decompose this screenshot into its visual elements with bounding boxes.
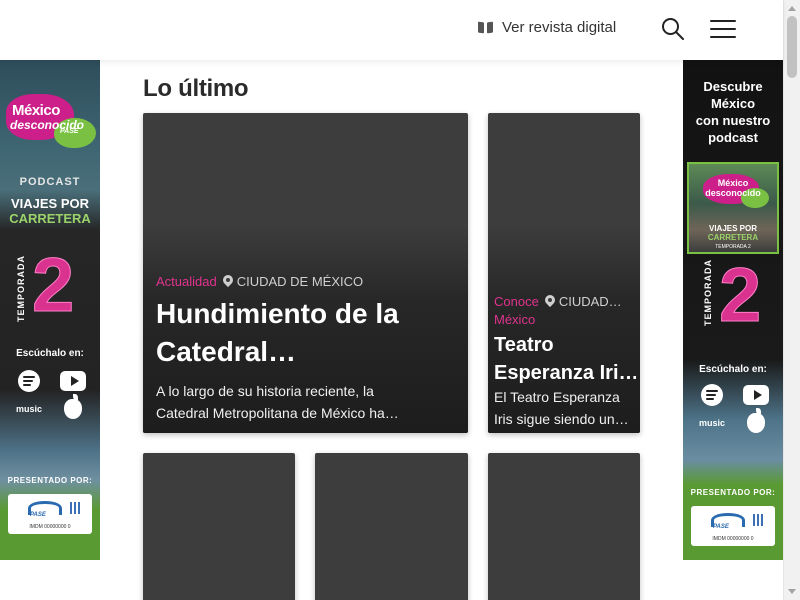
sponsor-logo-card: PASE IMDM 00000000 0 [8,494,92,534]
article-card[interactable] [143,453,295,600]
article-excerpt: A lo largo de su historia reciente, la C… [156,383,399,421]
article-card-catedral[interactable]: Actualidad CIUDAD DE MÉXICO Hundimiento … [143,113,468,433]
spotify-icon [699,384,725,406]
presented-by-label: PRESENTADO POR: [690,488,776,497]
hamburger-menu-icon [710,20,736,22]
podcast-platforms: music [16,370,86,420]
spotify-icon [16,370,42,392]
site-header: Ver revista digital [0,0,783,60]
location-tag[interactable]: CIUDAD DE MÉXICO [223,273,363,291]
qr-code-icon [753,514,765,526]
scroll-down-arrow-icon[interactable] [788,589,796,594]
section-title: Lo último [143,75,249,102]
apple-music-icon: music [699,418,726,428]
digital-magazine-link[interactable]: Ver revista digital [478,19,616,36]
article-meta: Actualidad CIUDAD DE MÉXICO [156,273,363,291]
youtube-icon [743,384,769,406]
article-excerpt: El Teatro Esperanza Iris sigue siendo un… [494,389,629,427]
menu-button[interactable] [710,18,738,40]
page-scrollbar[interactable] [783,0,800,600]
listen-on-label: Escúchalo en: [699,364,767,375]
scrollbar-thumb[interactable] [787,16,797,78]
category-link[interactable]: Conoce México [494,293,539,329]
season-number: 2 [718,253,762,338]
article-title[interactable]: Hundimiento de la Catedral… [156,295,461,371]
season-word: TEMPORADA [16,255,26,322]
article-card-teatro-esperanza-iris[interactable]: Conoce México CIUDAD… Teatro Esperanza I… [488,113,640,433]
podcast-label: PODCAST [19,176,81,188]
podcast-platforms: music [699,384,769,434]
left-podcast-ad[interactable]: México desconocido PASE PODCAST VIAJES P… [0,60,100,560]
article-card[interactable] [488,453,640,600]
location-tag[interactable]: CIUDAD… [545,293,622,311]
season-number: 2 [31,243,75,328]
qr-code-icon [70,502,82,514]
sponsor-logo-card: PASE IMDM 00000000 0 [691,506,775,546]
youtube-icon [60,370,86,392]
hamburger-menu-icon-bar [710,36,736,38]
article-title[interactable]: Teatro Esperanza Iri… [494,331,636,387]
article-meta: Conoce México CIUDAD… [494,293,622,329]
location-pin-icon [223,275,233,289]
location-pin-icon [545,295,555,309]
search-button[interactable] [660,16,686,42]
scroll-up-arrow-icon[interactable] [788,6,796,11]
book-open-icon [478,22,493,34]
mexico-desconocido-logo: México desconocido PASE [6,88,98,160]
listen-on-label: Escúchalo en: [16,348,84,359]
podcast-cover-image: México desconocido VIAJES POR CARRETERA … [687,162,779,254]
article-card[interactable] [315,453,468,600]
apple-podcasts-icon [60,394,86,420]
podcast-promo-text: Descubre México con nuestro podcast [695,79,771,145]
presented-by-label: PRESENTADO POR: [7,476,93,485]
apple-podcasts-icon [743,408,769,434]
season-word: TEMPORADA [703,259,713,326]
digital-magazine-label: Ver revista digital [502,19,617,36]
apple-music-icon: music [16,404,43,414]
category-link[interactable]: Actualidad [156,273,217,291]
route-title: VIAJES POR CARRETERA [9,196,91,226]
hamburger-menu-icon-bar [710,28,736,30]
right-podcast-ad[interactable]: Descubre México con nuestro podcast Méxi… [683,60,783,560]
search-icon [662,18,684,40]
